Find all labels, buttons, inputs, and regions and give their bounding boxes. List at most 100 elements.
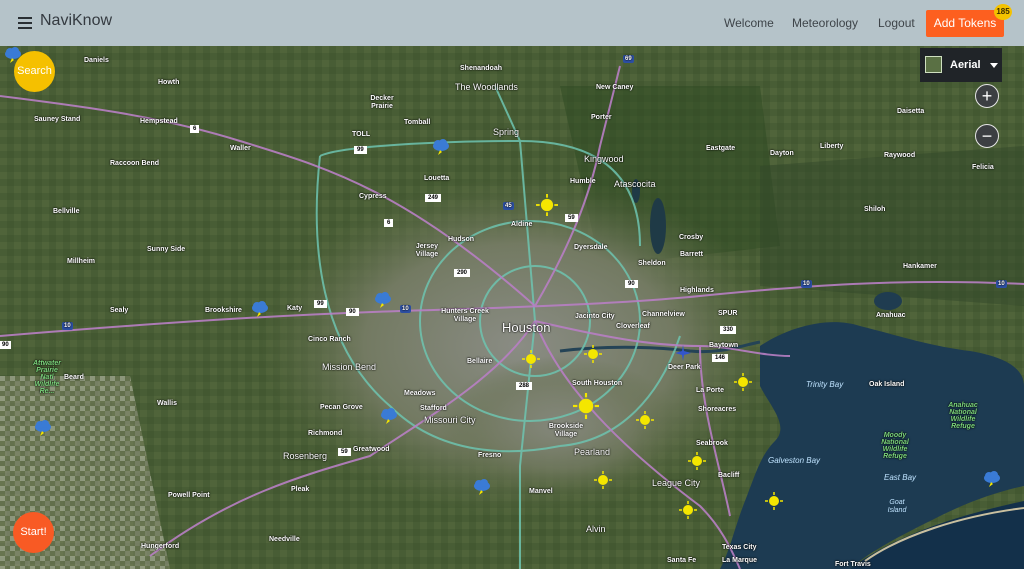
aerial-layer-thumbnail-icon — [925, 56, 942, 73]
label-houston: Houston — [502, 320, 551, 335]
app-brand[interactable]: NaviKnow — [40, 12, 112, 30]
hamburger-menu-icon[interactable] — [18, 17, 32, 29]
label-humble: Humble — [570, 178, 596, 185]
label-atascocita: Atascocita — [614, 179, 656, 189]
label-jacinto: Jacinto City — [575, 313, 615, 320]
label-santa-fe: Santa Fe — [667, 557, 697, 564]
label-greatwood: Greatwood — [353, 446, 390, 453]
label-hungerford: Hungerford — [141, 543, 180, 550]
start-button[interactable]: Start! — [13, 512, 54, 553]
sun-icon[interactable] — [573, 393, 599, 419]
label-howth: Howth — [158, 79, 180, 86]
label-felicia: Felicia — [972, 164, 994, 171]
label-raccoon: Raccoon Bend — [110, 160, 160, 167]
label-manvel: Manvel — [529, 488, 553, 495]
label-katy: Katy — [287, 305, 303, 312]
label-moody-refuge: Moody National Wildlife Refuge — [881, 432, 909, 460]
label-shoreacres: Shoreacres — [698, 406, 737, 413]
label-mission: Mission Bend — [322, 362, 377, 372]
label-bellaire: Bellaire — [467, 358, 493, 365]
label-daniels: Daniels — [84, 57, 109, 64]
sun-icon[interactable] — [594, 471, 612, 489]
storm-cloud-icon[interactable] — [380, 407, 398, 425]
label-dyersdale: Dyersdale — [574, 244, 608, 251]
map-layer-selector[interactable]: Aerial — [920, 48, 1002, 82]
label-brookside: Brookside Village — [548, 423, 584, 438]
label-jersey: Jersey Village — [415, 243, 439, 258]
sun-icon[interactable] — [584, 345, 602, 363]
storm-cloud-icon[interactable] — [374, 291, 392, 309]
layer-name: Aerial — [950, 59, 981, 71]
label-fresno: Fresno — [478, 452, 502, 459]
label-goat-island: Goat Island — [887, 499, 907, 514]
shield-i69: 69 — [623, 55, 634, 63]
label-barrett: Barrett — [680, 251, 703, 258]
storm-cloud-icon[interactable] — [473, 478, 491, 496]
shield-90b: 90 — [625, 280, 638, 288]
chevron-down-icon — [990, 63, 998, 68]
nav-logout[interactable]: Logout — [878, 16, 915, 30]
sun-icon[interactable] — [765, 492, 783, 510]
shield-288: 288 — [516, 382, 533, 390]
label-decker: Decker Prairie — [370, 95, 394, 110]
shield-99a: 99 — [354, 146, 367, 154]
label-deer-park: Deer Park — [668, 364, 701, 371]
label-galveston-bay: Galveston Bay — [768, 456, 821, 465]
storm-cloud-icon[interactable] — [251, 300, 269, 318]
sun-icon[interactable] — [536, 194, 558, 216]
shield-i10-central: 10 — [400, 305, 411, 313]
label-kingwood: Kingwood — [584, 154, 624, 164]
zoom-in-button[interactable]: + — [975, 84, 999, 108]
shield-6a: 6 — [190, 125, 200, 133]
label-louetta: Louetta — [424, 175, 450, 182]
top-navbar: NaviKnow Welcome Meteorology Logout Add … — [0, 0, 1024, 46]
label-sunny: Sunny Side — [147, 246, 186, 253]
sun-icon[interactable] — [636, 411, 654, 429]
label-porter: Porter — [591, 114, 612, 121]
nav-welcome[interactable]: Welcome — [724, 16, 774, 30]
label-millheim: Millheim — [67, 258, 96, 265]
shield-99b: 99 — [314, 300, 327, 308]
storm-cloud-icon[interactable] — [34, 419, 52, 437]
label-attwater-refuge: Attwater Prairie Natl Wildlife Re... — [32, 360, 61, 395]
sun-icon[interactable] — [679, 501, 697, 519]
label-meadows: Meadows — [404, 390, 436, 397]
label-brookshire: Brookshire — [205, 307, 242, 314]
label-daisetta: Daisetta — [897, 108, 925, 115]
label-new-caney: New Caney — [596, 84, 634, 91]
label-wallis: Wallis — [157, 400, 177, 407]
label-pecan: Pecan Grove — [320, 404, 363, 411]
storm-cloud-icon[interactable] — [432, 138, 450, 156]
shield-i10-west: 10 — [62, 322, 73, 330]
label-eastgate: Eastgate — [706, 145, 736, 152]
label-oak-island: Oak Island — [869, 381, 905, 388]
sun-icon[interactable] — [522, 350, 540, 368]
sun-icon[interactable] — [688, 452, 706, 470]
add-tokens-button[interactable]: Add Tokens — [926, 10, 1004, 37]
sun-icon[interactable] — [734, 373, 752, 391]
nav-meteorology[interactable]: Meteorology — [792, 16, 858, 30]
shield-290: 290 — [454, 269, 471, 277]
label-crosby: Crosby — [679, 234, 704, 241]
token-count-badge: 185 — [994, 4, 1012, 20]
label-texas-city: Texas City — [722, 544, 757, 551]
label-south-houston: South Houston — [572, 380, 623, 387]
label-sheldon: Sheldon — [638, 260, 666, 267]
label-la-porte: La Porte — [696, 387, 725, 394]
label-stafford: Stafford — [420, 405, 447, 412]
aerial-map[interactable]: 69 45 10 10 10 10 6 6 99 99 249 59 59 29… — [0, 46, 1024, 569]
label-bellville: Bellville — [53, 208, 80, 215]
zoom-out-button[interactable]: − — [975, 124, 999, 148]
label-shenandoah: Shenandoah — [460, 65, 503, 72]
label-hankamer: Hankamer — [903, 263, 937, 270]
shield-i10-far-east: 10 — [996, 280, 1007, 288]
label-east-bay: East Bay — [884, 473, 917, 482]
label-channelview: Channelview — [642, 311, 685, 318]
label-missouri: Missouri City — [424, 415, 476, 425]
label-needville: Needville — [269, 536, 300, 543]
shield-330: 330 — [720, 326, 737, 334]
storm-cloud-icon[interactable] — [983, 470, 1001, 488]
search-button[interactable]: Search — [14, 51, 55, 92]
shield-i10-east: 10 — [801, 280, 812, 288]
label-pleak: Pleak — [291, 486, 310, 493]
